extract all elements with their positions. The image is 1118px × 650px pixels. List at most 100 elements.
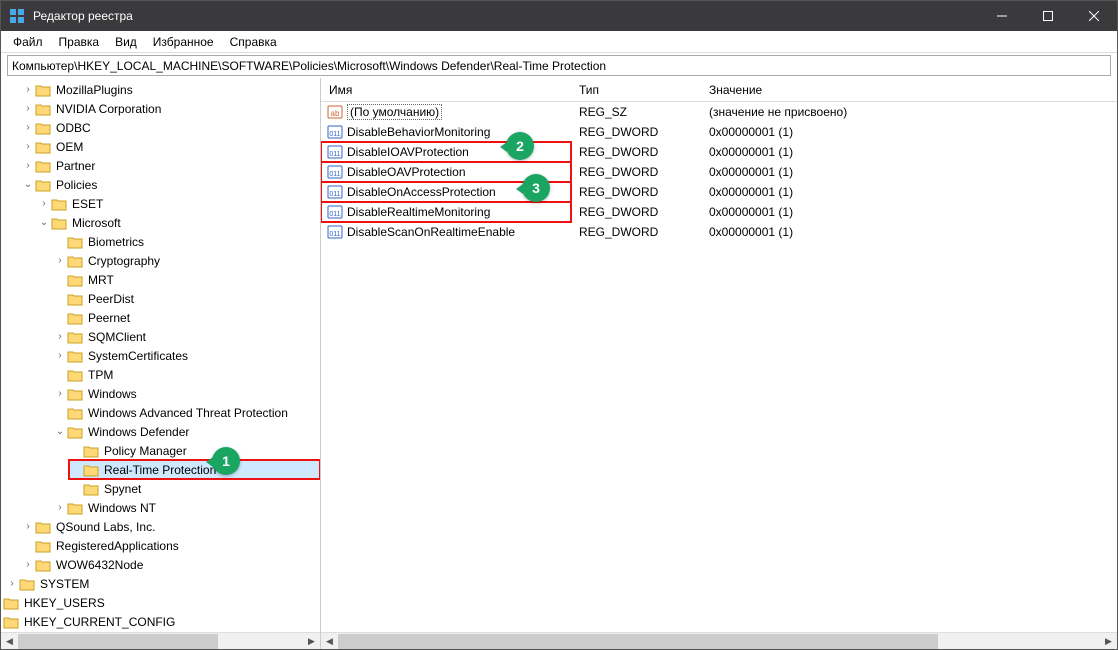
tree-item[interactable]: ›NVIDIA Corporation [21, 99, 320, 118]
address-bar[interactable]: Компьютер\HKEY_LOCAL_MACHINE\SOFTWARE\Po… [7, 55, 1111, 76]
tree-item[interactable]: ⌄Microsoft [37, 213, 320, 232]
tree-item[interactable]: ›MozillaPlugins [21, 80, 320, 99]
value-data: 0x00000001 (1) [701, 205, 1117, 219]
binary-value-icon: 011 [327, 144, 343, 160]
tree-item[interactable]: ›HKEY_USERS [1, 593, 320, 612]
tree-item[interactable]: ·Peernet [53, 308, 320, 327]
caret-icon[interactable]: › [53, 388, 67, 399]
caret-icon[interactable]: › [53, 331, 67, 342]
tree-item[interactable]: ·Windows Advanced Threat Protection [53, 403, 320, 422]
caret-open-icon[interactable]: ⌄ [37, 217, 51, 228]
value-data: 0x00000001 (1) [701, 185, 1117, 199]
scroll-right-button[interactable]: ▶ [1100, 633, 1117, 650]
caret-icon[interactable]: › [37, 198, 51, 209]
tree-item[interactable]: ·TPM [53, 365, 320, 384]
column-name[interactable]: Имя [321, 83, 571, 97]
caret-icon[interactable]: › [5, 578, 19, 589]
window-title: Редактор реестра [33, 9, 979, 23]
tree-item[interactable]: ›WOW6432Node [21, 555, 320, 574]
horizontal-scrollbar[interactable]: ◀ ▶ [1, 632, 320, 649]
folder-icon [3, 596, 19, 610]
tree-pane[interactable]: ›MozillaPlugins ›NVIDIA Corporation ›ODB… [1, 78, 321, 649]
caret-open-icon[interactable]: ⌄ [53, 426, 67, 437]
caret-icon[interactable]: › [53, 502, 67, 513]
maximize-button[interactable] [1025, 1, 1071, 31]
value-type: REG_DWORD [571, 185, 701, 199]
caret-icon[interactable]: › [53, 350, 67, 361]
scrollbar-thumb[interactable] [338, 634, 938, 649]
folder-icon [67, 425, 83, 439]
scroll-left-button[interactable]: ◀ [321, 633, 338, 650]
caret-icon[interactable]: › [21, 122, 35, 133]
value-type: REG_DWORD [571, 125, 701, 139]
binary-value-icon: 011 [327, 184, 343, 200]
values-pane[interactable]: Имя Тип Значение ab(По умолчанию)REG_SZ(… [321, 78, 1117, 649]
value-row[interactable]: 011DisableScanOnRealtimeEnable [321, 222, 571, 242]
tree-item[interactable]: ·MRT [53, 270, 320, 289]
tree-item[interactable]: ›SYSTEM [5, 574, 320, 593]
minimize-button[interactable] [979, 1, 1025, 31]
value-name: DisableIOAVProtection [347, 145, 569, 159]
caret-open-icon[interactable]: ⌄ [21, 179, 35, 190]
menu-file[interactable]: Файл [5, 33, 51, 51]
tree-item[interactable]: ›SystemCertificates [53, 346, 320, 365]
caret-icon[interactable]: › [21, 103, 35, 114]
tree-item[interactable]: ›OEM [21, 137, 320, 156]
caret-icon[interactable]: › [53, 255, 67, 266]
annotation-callout-2: 2 [506, 132, 534, 160]
menu-bar: Файл Правка Вид Избранное Справка [1, 31, 1117, 53]
folder-icon [67, 368, 83, 382]
value-name: (По умолчанию) [347, 104, 569, 120]
scroll-right-button[interactable]: ▶ [303, 633, 320, 650]
main-pane: ›MozillaPlugins ›NVIDIA Corporation ›ODB… [1, 78, 1117, 649]
folder-icon [51, 197, 67, 211]
address-path: Компьютер\HKEY_LOCAL_MACHINE\SOFTWARE\Po… [12, 59, 606, 73]
value-row[interactable]: ab(По умолчанию) [321, 102, 571, 122]
tree-item[interactable]: ›Windows NT [53, 498, 320, 517]
close-button[interactable] [1071, 1, 1117, 31]
title-bar: Редактор реестра [1, 1, 1117, 31]
value-type: REG_DWORD [571, 145, 701, 159]
window-controls [979, 1, 1117, 31]
folder-icon [35, 140, 51, 154]
horizontal-scrollbar[interactable]: ◀ ▶ [321, 632, 1117, 649]
tree-item[interactable]: ›ODBC [21, 118, 320, 137]
caret-icon[interactable]: › [21, 141, 35, 152]
caret-icon[interactable]: › [21, 160, 35, 171]
tree-item[interactable]: ›Windows [53, 384, 320, 403]
tree-item[interactable]: ›Cryptography [53, 251, 320, 270]
tree-item[interactable]: ·Biometrics [53, 232, 320, 251]
caret-icon[interactable]: › [21, 559, 35, 570]
list-header: Имя Тип Значение [321, 78, 1117, 102]
menu-help[interactable]: Справка [222, 33, 285, 51]
menu-edit[interactable]: Правка [51, 33, 108, 51]
column-value[interactable]: Значение [701, 83, 1117, 97]
tree-item[interactable]: ·RegisteredApplications [21, 536, 320, 555]
value-row[interactable]: 011DisableRealtimeMonitoring [321, 202, 571, 222]
tree-item[interactable]: ›SQMClient [53, 327, 320, 346]
tree-item[interactable]: ·PeerDist [53, 289, 320, 308]
menu-view[interactable]: Вид [107, 33, 145, 51]
value-row[interactable]: 011DisableBehaviorMonitoring [321, 122, 571, 142]
caret-icon[interactable]: › [21, 84, 35, 95]
tree-item[interactable]: ›HKEY_CURRENT_CONFIG [1, 612, 320, 631]
value-type: REG_DWORD [571, 205, 701, 219]
folder-icon [83, 482, 99, 496]
tree-item[interactable]: ›ESET [37, 194, 320, 213]
tree-item[interactable]: ·Spynet [69, 479, 320, 498]
tree-item[interactable]: ·Policy Manager [69, 441, 320, 460]
menu-favorites[interactable]: Избранное [145, 33, 222, 51]
tree-item[interactable]: ›Partner [21, 156, 320, 175]
tree-item[interactable]: ⌄Windows Defender [53, 422, 320, 441]
folder-icon [83, 444, 99, 458]
folder-icon [35, 539, 51, 553]
tree-item[interactable]: ⌄Policies [21, 175, 320, 194]
tree-item[interactable]: ›QSound Labs, Inc. [21, 517, 320, 536]
caret-icon[interactable]: › [21, 521, 35, 532]
svg-text:011: 011 [329, 191, 340, 198]
column-type[interactable]: Тип [571, 83, 701, 97]
scroll-left-button[interactable]: ◀ [1, 633, 18, 650]
tree-item-selected[interactable]: ·Real-Time Protection [69, 460, 320, 479]
folder-icon [51, 216, 67, 230]
scrollbar-thumb[interactable] [18, 634, 218, 649]
